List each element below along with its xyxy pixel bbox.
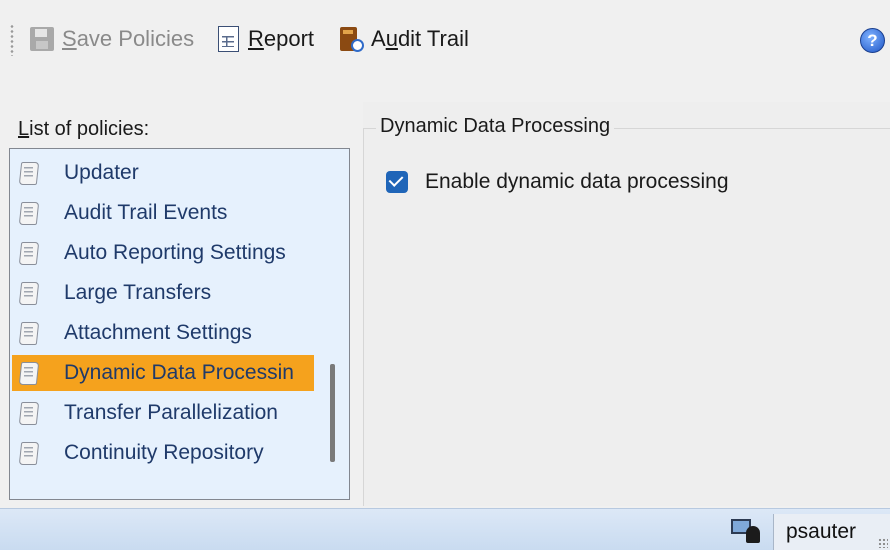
policy-item-label: Large Transfers [64,281,212,304]
current-user: psauter [773,514,890,550]
policy-scroll-icon [18,401,40,425]
save-policies-button[interactable]: Save Policies [29,22,194,56]
policy-item-label: Attachment Settings [64,321,252,344]
policy-scroll-icon [18,361,40,385]
policy-list-item[interactable]: Continuity Repository [12,435,314,471]
report-label: Report [248,26,315,51]
username-label: psauter [786,520,857,543]
policy-scroll-icon [18,241,40,265]
remote-user-icon [729,517,765,545]
policy-list-item[interactable]: Audit Trail Events [12,195,314,231]
save-policies-label: Save Policies [62,26,195,51]
policy-item-label: Dynamic Data Processin [64,361,294,384]
policy-list-item[interactable]: Large Transfers [12,275,314,311]
audit-trail-label: Audit Trail [371,26,469,51]
resize-grip-icon[interactable] [878,538,888,548]
floppy-disk-icon [29,26,55,52]
policy-list-item[interactable]: Dynamic Data Processin [12,355,314,391]
policy-list-item[interactable]: Auto Reporting Settings [12,235,314,271]
policy-scroll-icon [18,201,40,225]
policies-list[interactable]: Updater Audit Trail Events Auto Reporting … [9,148,350,500]
policy-item-label: Auto Reporting Settings [64,241,286,264]
audit-trail-button[interactable]: Audit Trail [338,22,469,56]
policy-list-item[interactable]: Transfer Parallelization [12,395,314,431]
report-document-icon [215,26,241,52]
enable-dynamic-data-processing-checkbox[interactable] [386,171,408,193]
report-button[interactable]: Report [215,22,314,56]
policy-scroll-icon [18,441,40,465]
help-icon[interactable]: ? [860,28,885,53]
policy-item-label: Continuity Repository [64,441,264,464]
toolbar: Save Policies Report Audit Trail ? [0,0,890,78]
scrollbar-thumb[interactable] [330,364,335,462]
policy-scroll-icon [18,161,40,185]
policy-scroll-icon [18,321,40,345]
vertical-scrollbar[interactable] [317,149,349,499]
policy-item-label: Updater [64,161,139,184]
list-of-policies-label: List of policies: [18,118,150,140]
group-title: Dynamic Data Processing [376,115,615,138]
policy-list-item[interactable]: Updater [12,155,314,191]
policy-item-label: Audit Trail Events [64,201,228,224]
enable-dynamic-data-processing-label: Enable dynamic data processing [425,170,729,193]
policy-scroll-icon [18,281,40,305]
status-bar [0,508,890,550]
enable-dynamic-data-processing-row[interactable]: Enable dynamic data processing [386,168,729,196]
policy-item-label: Transfer Parallelization [64,401,278,424]
toolbar-grip[interactable] [10,24,14,56]
policy-list-item[interactable]: Attachment Settings [12,315,314,351]
audit-book-clock-icon [338,26,364,52]
